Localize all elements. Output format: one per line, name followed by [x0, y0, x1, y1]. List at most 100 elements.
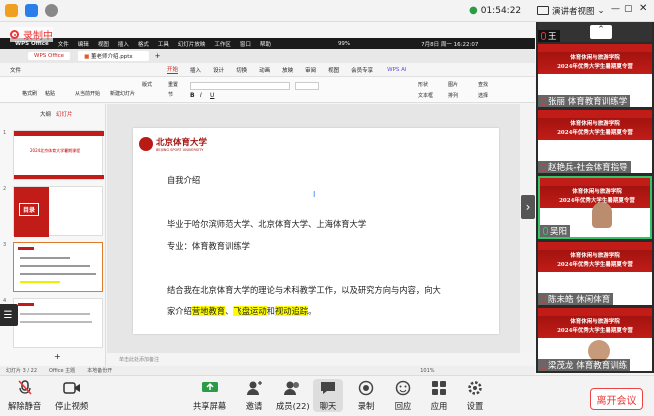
thumb1-title: 2024北京体育大学暑期课程 [30, 148, 81, 153]
participant-label-2: 张丽 体育教育训练学 [548, 97, 628, 107]
participant-tile-5[interactable]: 体育休闲与旅游学院 2024年优秀大学生暑期夏令营 陈未皓 休闲体育 [538, 242, 652, 305]
close-button[interactable]: ✕ [639, 3, 647, 14]
recording-label: 录制中 [23, 31, 53, 42]
slide-thumbnail-2[interactable]: 目录 [13, 186, 103, 237]
participant-tile-4[interactable]: 体育休闲与旅游学院 2024年优秀大学生暑期夏令营 吴阳 [538, 176, 652, 239]
new-slide-button[interactable]: 新建幻灯片 [110, 90, 135, 97]
reset-button[interactable]: 重置 [168, 81, 178, 88]
chat-button[interactable]: 聊天 [313, 379, 343, 412]
tab-transitions[interactable]: 切换 [236, 66, 247, 74]
participant-label-6: 梁茂龙 体育教育训练 [548, 361, 628, 371]
participant-tile-2[interactable]: 体育休闲与旅游学院 2024年优秀大学生暑期夏令营 张丽 体育教育训练学 [538, 44, 652, 107]
tab-animations[interactable]: 动画 [259, 66, 270, 74]
reaction-button[interactable]: 回应 [394, 379, 412, 412]
wps-ai-button[interactable]: WPS AI [387, 67, 406, 73]
paste-button[interactable]: 粘贴 [45, 90, 55, 97]
clock-icon: ● [469, 5, 478, 16]
find-button[interactable]: 查找 [478, 81, 488, 88]
document-tab[interactable]: ■ 董老师介绍.pptx [78, 51, 149, 61]
thumb2-toc: 目录 [19, 203, 40, 216]
add-slide-button[interactable]: + [54, 352, 61, 361]
invite-button[interactable]: 邀请 [245, 379, 263, 412]
menu-help: 帮助 [259, 41, 271, 48]
stop-video-button[interactable]: 停止视频 [55, 379, 88, 412]
layout-button[interactable]: 版式 [142, 81, 152, 88]
reaction-label: 回应 [394, 401, 412, 411]
section-button[interactable]: 节 [168, 91, 173, 98]
arrange-button[interactable]: 排列 [448, 92, 458, 99]
tab-home[interactable]: 开始 [167, 65, 179, 74]
menu-tools: 工具 [157, 41, 169, 48]
thumb-number-1: 1 [3, 130, 7, 136]
record-button[interactable]: 录制 [357, 379, 375, 412]
outline-tab[interactable]: 大纲 [40, 110, 51, 118]
participant-tile-3[interactable]: 体育休闲与旅游学院 2024年优秀大学生暑期夏令营 赵艳兵-社会体育指导 [538, 110, 652, 173]
notes-field[interactable]: 单击此处添加备注 [107, 353, 535, 366]
tab-member[interactable]: 会员专享 [351, 66, 373, 74]
view-selector[interactable]: 演讲者视图 ⌄ [537, 3, 605, 18]
participant-tile-6[interactable]: 体育休闲与旅游学院 2024年优秀大学生暑期夏令营 梁茂龙 体育教育训练 [538, 308, 652, 371]
participants-button[interactable]: 成员(22) [276, 379, 310, 412]
topics-prefix: 家介绍 [167, 306, 192, 316]
participant-tile-1[interactable]: 王 ⌃ [538, 22, 652, 42]
slides-tab[interactable]: 幻灯片 [56, 110, 73, 118]
zoom-level[interactable]: 101% [420, 368, 434, 374]
panel-collapse-arrow[interactable]: › [521, 195, 535, 219]
backup-status[interactable]: 本地备份开 [87, 367, 112, 374]
italic-button[interactable]: I [200, 92, 202, 99]
left-list-icon[interactable]: ☰ [0, 304, 18, 326]
participant-name-4: 吴阳 [540, 225, 571, 237]
participant-label-5: 陈未皓 休闲体育 [548, 295, 611, 305]
leave-meeting-button[interactable]: 离开会议 [590, 388, 643, 410]
participant-name-3: 赵艳兵-社会体育指导 [538, 161, 631, 173]
warning-icon[interactable] [5, 4, 18, 17]
banner-text-6: 体育休闲与旅游学院 2024年优秀大学生暑期夏令营 [557, 319, 633, 334]
banner-text-3: 体育休闲与旅游学院 2024年优秀大学生暑期夏令营 [557, 121, 633, 136]
font-size-select[interactable] [295, 82, 319, 90]
tile-banner-2: 体育休闲与旅游学院 2024年优秀大学生暑期夏令营 [538, 52, 652, 74]
play-from-current-button[interactable]: 从当前开始 [75, 90, 100, 97]
format-painter-button[interactable]: 格式刷 [22, 90, 37, 97]
slide-thumbnail-3[interactable] [13, 242, 103, 292]
participant-label-3: 赵艳兵-社会体育指导 [548, 163, 628, 173]
collapse-panel-button[interactable]: ⌃ [590, 25, 612, 39]
maximize-button[interactable]: ▢ [624, 4, 633, 14]
current-slide[interactable]: 北京体育大学 BEIJING SPORT UNIVERSITY 自我介绍 I 毕… [133, 128, 499, 334]
tab-view[interactable]: 视图 [328, 66, 339, 74]
unmute-button[interactable]: 解除静音 [8, 379, 41, 412]
signal-icon[interactable] [45, 4, 58, 17]
minimize-button[interactable]: — [611, 4, 620, 14]
slide-intro-line: 结合我在北京体育大学的理论与术科教学工作，以及研究方向与内容，向大 [167, 285, 441, 295]
shapes-button[interactable]: 形状 [418, 81, 428, 88]
meeting-toolbar: 解除静音 停止视频 共享屏幕 邀请 成员(22) 聊天 录制 回应 应用 设置 [0, 375, 654, 416]
textbox-button[interactable]: 文本框 [418, 92, 433, 99]
recording-indicator[interactable]: 录制中 [10, 27, 53, 42]
apps-grid-icon [430, 379, 448, 397]
share-screen-button[interactable]: 共享屏幕 [193, 379, 226, 412]
select-button[interactable]: 选择 [478, 92, 488, 99]
file-menu[interactable]: 文件 [10, 66, 21, 74]
meeting-top-bar: ● 01:54:22 演讲者视图 ⌄ — ▢ ✕ [0, 0, 654, 22]
tab-design[interactable]: 设计 [213, 66, 224, 74]
underline-button[interactable]: U [210, 92, 214, 99]
slide-thumbnail-1[interactable]: 2024北京体育大学暑期课程 [13, 130, 104, 180]
tab-slideshow[interactable]: 放映 [282, 66, 293, 74]
font-family-select[interactable] [190, 82, 290, 90]
tab-review[interactable]: 审阅 [305, 66, 316, 74]
wps-home-tab[interactable]: WPS Office [28, 52, 71, 60]
tile-banner-3: 体育休闲与旅游学院 2024年优秀大学生暑期夏令营 [538, 118, 652, 140]
apps-button[interactable]: 应用 [430, 379, 448, 412]
menu-edit: 编辑 [77, 41, 89, 48]
tile-banner-6: 体育休闲与旅游学院 2024年优秀大学生暑期夏令营 [538, 316, 652, 338]
tab-insert[interactable]: 插入 [190, 66, 201, 74]
new-tab-button[interactable]: + [155, 52, 161, 60]
unmute-label: 解除静音 [8, 401, 42, 411]
shield-icon[interactable] [25, 4, 38, 17]
bold-button[interactable]: B [190, 92, 195, 99]
settings-button[interactable]: 设置 [466, 379, 484, 412]
picture-button[interactable]: 图片 [448, 81, 458, 88]
menu-file: 文件 [57, 41, 69, 48]
mic-muted-icon [541, 361, 546, 369]
slide-thumbnail-4[interactable] [13, 298, 103, 348]
video-camera-icon [62, 379, 81, 397]
